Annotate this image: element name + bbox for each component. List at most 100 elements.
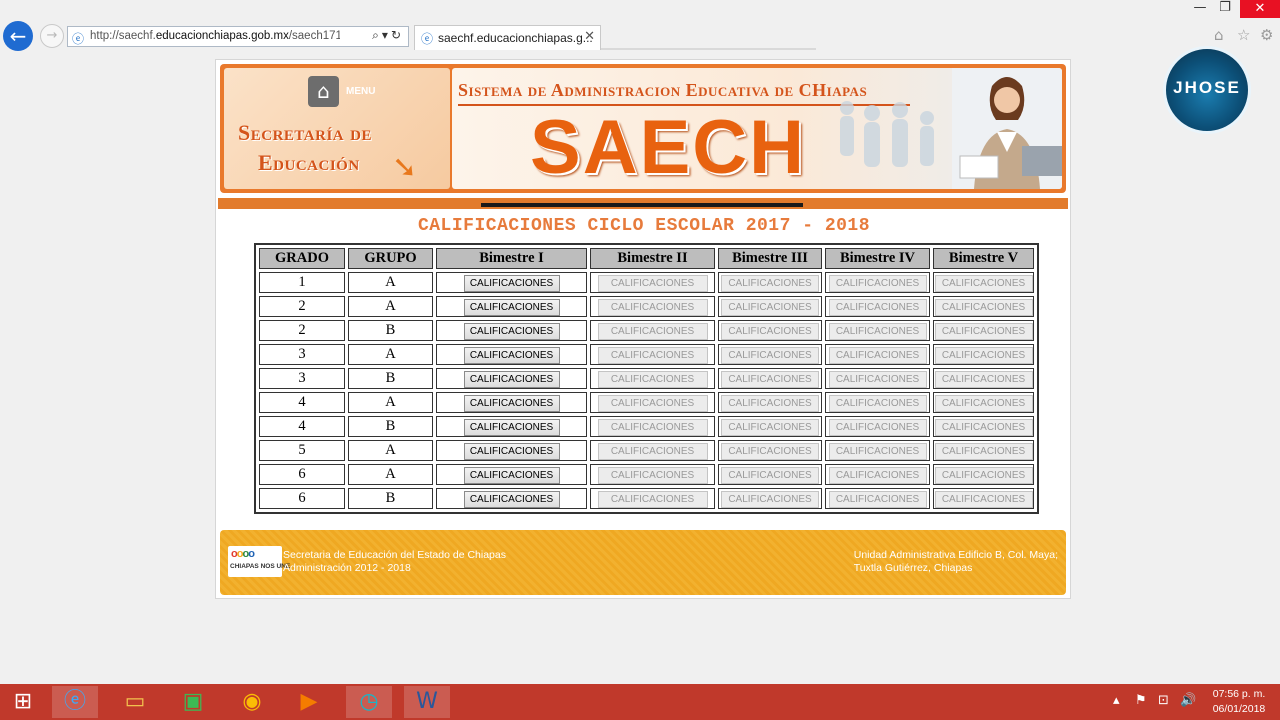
calificaciones-button-bimestre-5: CALIFICACIONES [934,395,1033,412]
chrome-icon[interactable]: ◉ [229,686,275,718]
home-icon[interactable]: ⌂ [1214,26,1224,44]
restore-button[interactable]: ❐ [1215,0,1235,15]
table-row: 6 A CALIFICACIONES CALIFICACIONES CALIFICACI… [259,464,1034,485]
calificaciones-button-bimestre-2: CALIFICACIONES [597,491,708,508]
window-close-button[interactable]: ✕ [1240,0,1280,18]
home-menu-icon[interactable]: ⌂ [308,76,339,107]
banner-left-panel: ⌂ MENU Secretaría de Educación ➘ [224,68,450,189]
file-explorer-icon[interactable]: ▭ [112,686,158,718]
calificaciones-button-bimestre-1[interactable]: CALIFICACIONES [463,299,560,316]
woman-with-laptop-image [952,68,1062,189]
bimestre-5-cell: CALIFICACIONES [933,464,1034,485]
bimestre-5-cell: CALIFICACIONES [933,368,1034,389]
grades-table: GRADO GRUPO Bimestre I Bimestre II Bimes… [254,243,1039,514]
bimestre-4-cell: CALIFICACIONES [825,272,930,293]
search-icon[interactable]: ⌕ [372,28,382,42]
footer-right-text: Unidad Administrativa Edificio B, Col. M… [854,549,1058,575]
screen-recorder-icon[interactable]: ◷ [346,686,392,718]
favorites-star-icon[interactable]: ☆ [1237,26,1250,44]
clock[interactable]: 07:56 p. m. 06/01/2018 [1204,687,1274,717]
bimestre-1-cell: CALIFICACIONES [436,368,587,389]
grado-cell: 4 [259,392,345,413]
calificaciones-button-bimestre-5: CALIFICACIONES [934,347,1033,364]
calificaciones-button-bimestre-5: CALIFICACIONES [934,443,1033,460]
calificaciones-button-bimestre-3: CALIFICACIONES [721,347,819,364]
url-domain: educacionchiapas.gob.mx [155,30,289,42]
url-suffix: /saech1718/es [288,30,340,42]
grupo-cell: A [348,464,433,485]
bimestre-1-cell: CALIFICACIONES [436,440,587,461]
tray-chevron-icon[interactable]: ▴ [1113,693,1120,708]
dropdown-icon[interactable]: ▾ [382,28,391,42]
back-arrow-icon[interactable]: ← [3,21,33,51]
media-player-icon[interactable]: ▶ [286,686,332,718]
ie-tab-icon: ⓔ [421,32,434,46]
calificaciones-button-bimestre-4: CALIFICACIONES [828,371,927,388]
internet-explorer-icon[interactable]: ⓔ [52,686,98,718]
calificaciones-button-bimestre-5: CALIFICACIONES [934,467,1033,484]
calificaciones-button-bimestre-4: CALIFICACIONES [828,443,927,460]
grupo-cell: A [348,392,433,413]
start-windows-icon[interactable]: ⊞ [0,686,46,718]
bimestre-3-cell: CALIFICACIONES [718,272,822,293]
page-container: ⌂ MENU Secretaría de Educación ➘ Sistema… [215,59,1071,599]
calificaciones-button-bimestre-4: CALIFICACIONES [828,275,927,292]
forward-arrow-icon[interactable]: → [40,24,64,48]
store-icon[interactable]: ▣ [170,686,216,718]
settings-gear-icon[interactable]: ⚙ [1260,26,1273,44]
calificaciones-button-bimestre-2: CALIFICACIONES [597,275,708,292]
table-row: 1 A CALIFICACIONES CALIFICACIONES CALIFICACI… [259,272,1034,293]
table-row: 5 A CALIFICACIONES CALIFICACIONES CALIFICACI… [259,440,1034,461]
browser-chrome: ← → ⓔ http://saechf.educacionchiapas.gob… [0,0,1280,58]
action-center-icon[interactable]: ⚑ [1135,693,1147,708]
close-tab-icon[interactable]: ✕ [584,29,595,44]
calificaciones-button-bimestre-3: CALIFICACIONES [721,467,819,484]
calificaciones-button-bimestre-1[interactable]: CALIFICACIONES [463,443,560,460]
grupo-cell: A [348,440,433,461]
network-icon[interactable]: ⊡ [1158,693,1169,708]
menu-label[interactable]: MENU [346,86,375,97]
bimestre-2-cell: CALIFICACIONES [590,368,715,389]
word-icon[interactable]: W [404,686,450,718]
calificaciones-button-bimestre-1[interactable]: CALIFICACIONES [463,491,560,508]
jhose-watermark-logo: JHOSE [1163,46,1251,134]
grado-cell: 6 [259,488,345,509]
calificaciones-button-bimestre-1[interactable]: CALIFICACIONES [463,467,560,484]
bimestre-3-cell: CALIFICACIONES [718,488,822,509]
bimestre-5-cell: CALIFICACIONES [933,344,1034,365]
calificaciones-button-bimestre-4: CALIFICACIONES [828,419,927,436]
calificaciones-button-bimestre-1[interactable]: CALIFICACIONES [463,323,560,340]
address-url[interactable]: http://saechf.educacionchiapas.gob.mx/sa… [90,30,340,42]
cursor-arrow-icon: ➘ [392,150,418,185]
calificaciones-button-bimestre-5: CALIFICACIONES [934,275,1033,292]
minimize-button[interactable]: — [1190,0,1210,15]
system-title: Sistema de Administracion Educativa de C… [458,80,868,100]
bimestre-5-cell: CALIFICACIONES [933,440,1034,461]
calificaciones-button-bimestre-1[interactable]: CALIFICACIONES [463,419,560,436]
header-bimestre-5: Bimestre V [933,248,1034,269]
address-bar[interactable]: ⓔ http://saechf.educacionchiapas.gob.mx/… [67,26,409,47]
bimestre-3-cell: CALIFICACIONES [718,344,822,365]
calificaciones-button-bimestre-5: CALIFICACIONES [934,371,1033,388]
bimestre-5-cell: CALIFICACIONES [933,296,1034,317]
new-tab-area[interactable] [601,48,816,50]
page-title: CALIFICACIONES CICLO ESCOLAR 2017 - 2018 [417,216,871,236]
calificaciones-button-bimestre-2: CALIFICACIONES [597,299,708,316]
footer: oooo CHIAPAS NOS UNE Secretaria de Educa… [220,530,1066,595]
bimestre-2-cell: CALIFICACIONES [590,320,715,341]
calificaciones-button-bimestre-3: CALIFICACIONES [721,419,819,436]
calificaciones-button-bimestre-1[interactable]: CALIFICACIONES [463,275,560,292]
footer-address-line1: Unidad Administrativa Edificio B, Col. M… [853,549,1058,561]
bimestre-4-cell: CALIFICACIONES [825,392,930,413]
calificaciones-button-bimestre-1[interactable]: CALIFICACIONES [463,371,560,388]
calificaciones-button-bimestre-1[interactable]: CALIFICACIONES [463,347,560,364]
bimestre-4-cell: CALIFICACIONES [825,488,930,509]
calificaciones-button-bimestre-5: CALIFICACIONES [934,491,1033,508]
bimestre-2-cell: CALIFICACIONES [590,272,715,293]
calificaciones-button-bimestre-2: CALIFICACIONES [597,443,708,460]
refresh-icon[interactable]: ↻ [391,28,404,42]
browser-tab[interactable]: ⓔ saechf.educacionchiapas.g... ✕ [414,25,601,50]
header-bimestre-3: Bimestre III [718,248,822,269]
volume-icon[interactable]: 🔊 [1180,693,1196,708]
calificaciones-button-bimestre-1[interactable]: CALIFICACIONES [463,395,560,412]
